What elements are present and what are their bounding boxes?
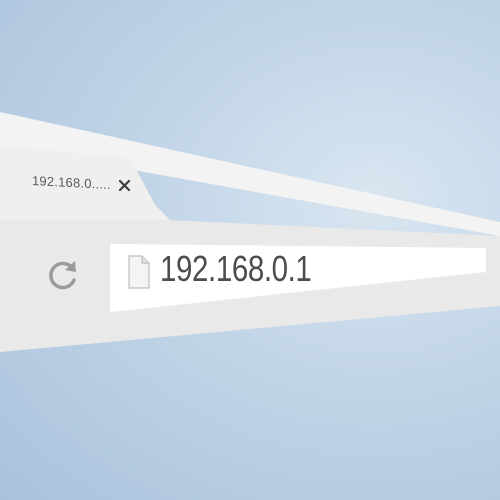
close-icon[interactable] <box>117 178 133 194</box>
reload-icon[interactable] <box>44 256 82 294</box>
browser-window: 192.168.0..... 192.168.0.1 <box>0 0 500 500</box>
page-icon <box>127 254 151 290</box>
address-url[interactable]: 192.168.0.1 <box>160 248 312 290</box>
